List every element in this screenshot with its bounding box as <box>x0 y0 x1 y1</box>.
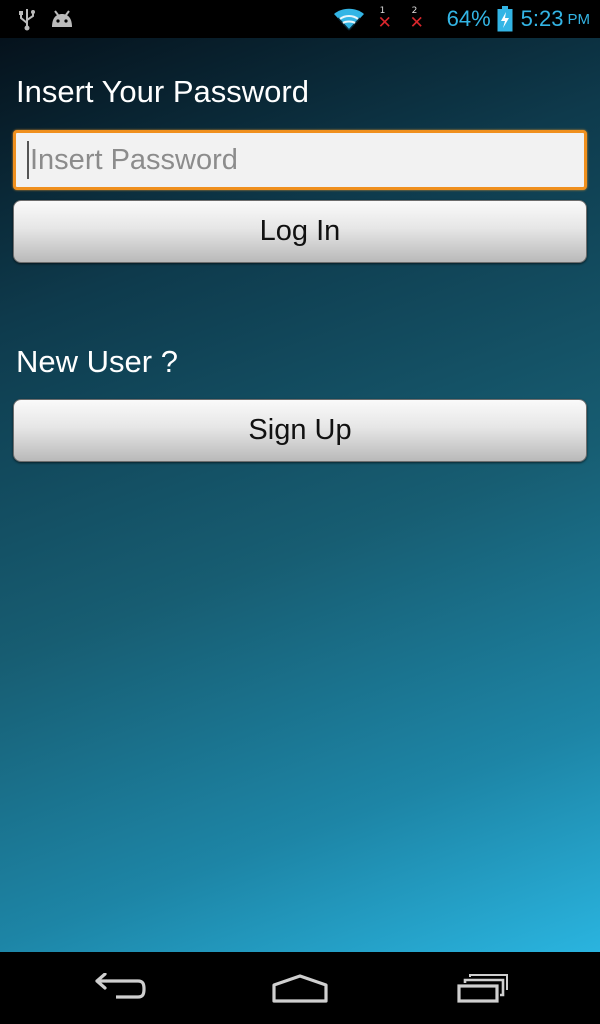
clock-time: 5:23 <box>520 6 564 31</box>
login-button[interactable]: Log In <box>13 200 587 263</box>
sim2-no-signal-icon: 2 ✕ <box>407 4 429 34</box>
login-screen: Insert Your Password Log In New User ? S… <box>0 38 600 952</box>
usb-icon <box>18 7 36 31</box>
clock-ampm: PM <box>567 10 591 28</box>
sim1-no-signal-icon: 1 ✕ <box>375 4 397 34</box>
android-debug-icon <box>50 9 74 29</box>
battery-percent: 64% <box>446 6 491 31</box>
status-bar: 1 ✕ 2 ✕ 64% 5:23 PM <box>0 0 600 38</box>
navigation-bar <box>0 952 600 1024</box>
recent-apps-icon[interactable] <box>447 970 517 1008</box>
status-bar-system: 1 ✕ 2 ✕ 64% 5:23 PM <box>333 0 590 38</box>
new-user-heading: New User ? <box>16 344 178 379</box>
signup-button[interactable]: Sign Up <box>13 399 587 462</box>
sim2-no-signal-mark: ✕ <box>409 13 424 33</box>
home-icon[interactable] <box>265 970 335 1008</box>
battery-charging-icon <box>497 6 513 32</box>
password-heading: Insert Your Password <box>16 74 309 109</box>
wifi-icon <box>333 6 365 32</box>
sim1-no-signal-mark: ✕ <box>377 13 392 33</box>
text-cursor <box>27 141 29 179</box>
status-bar-notifications <box>18 6 74 32</box>
password-input[interactable] <box>13 130 587 190</box>
back-icon[interactable] <box>85 970 155 1008</box>
